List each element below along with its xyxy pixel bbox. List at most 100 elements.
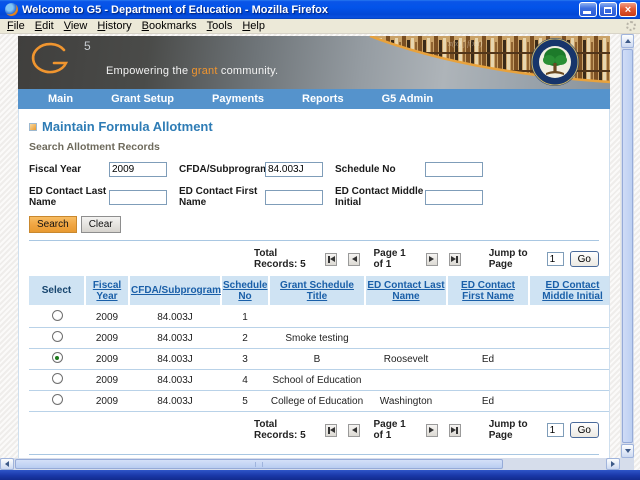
col-header-grant-schedule-title[interactable]: Grant Schedule Title — [280, 280, 354, 302]
col-header-ed-contact-middle-initial[interactable]: ED Contact Middle Initial — [542, 280, 603, 302]
ed-contact-last-name-label: ED Contact Last Name — [29, 186, 109, 208]
first-page-button[interactable] — [325, 424, 337, 437]
horizontal-scrollbar[interactable] — [0, 458, 620, 470]
menu-bookmarks[interactable]: Bookmarks — [137, 20, 202, 32]
allotment-records-table: Select Fiscal Year CFDA/Subprogram Sched… — [29, 276, 610, 412]
next-page-button[interactable] — [426, 253, 438, 266]
cell-schedule-no: 5 — [221, 391, 269, 412]
g5-banner: π(x) ∫ f(x·t) — [18, 36, 610, 89]
cfda-subprogram-label: CFDA/Subprogram — [179, 164, 265, 175]
close-button[interactable]: × — [619, 2, 637, 17]
row-select-radio[interactable] — [52, 331, 63, 342]
clear-button[interactable]: Clear — [81, 216, 121, 233]
row-select-radio[interactable] — [52, 352, 63, 363]
nav-item-reports[interactable]: Reports — [302, 93, 344, 105]
nav-item-payments[interactable]: Payments — [212, 93, 264, 105]
jump-to-page-input[interactable] — [547, 252, 564, 266]
restore-button[interactable] — [599, 2, 617, 17]
window-title: Welcome to G5 - Department of Education … — [22, 4, 579, 16]
prev-page-button[interactable] — [348, 253, 360, 266]
col-header-select: Select — [42, 285, 71, 296]
g5-logo-sup: 5 — [84, 39, 91, 53]
last-page-button[interactable] — [449, 424, 461, 437]
cell-schedule-no: 2 — [221, 328, 269, 349]
total-records-label: Total Records: 5 — [254, 419, 314, 441]
window-bottom-border — [0, 470, 640, 480]
jump-to-page-label: Jump to Page — [489, 419, 540, 441]
scroll-up-arrow[interactable] — [621, 34, 634, 48]
cell-cfda: 84.003J — [129, 370, 221, 391]
col-header-ed-contact-last-name[interactable]: ED Contact Last Name — [367, 280, 444, 302]
cfda-subprogram-input[interactable] — [265, 162, 323, 177]
minimize-button[interactable] — [579, 2, 597, 17]
education-seal — [531, 38, 579, 86]
row-select-radio[interactable] — [52, 373, 63, 384]
nav-item-main[interactable]: Main — [48, 93, 73, 105]
fiscal-year-input[interactable] — [109, 162, 167, 177]
search-button[interactable]: Search — [29, 216, 77, 233]
next-page-button[interactable] — [426, 424, 438, 437]
menu-history[interactable]: History — [92, 20, 136, 32]
row-select-radio[interactable] — [52, 310, 63, 321]
menu-tools[interactable]: Tools — [202, 20, 238, 32]
jump-to-page-input[interactable] — [547, 423, 564, 437]
prev-page-button[interactable] — [348, 424, 360, 437]
cell-schedule-no: 4 — [221, 370, 269, 391]
page-indicator: Page 1 of 1 — [373, 419, 414, 441]
cell-middle-initial — [529, 328, 610, 349]
menu-view[interactable]: View — [59, 20, 93, 32]
menu-edit[interactable]: Edit — [30, 20, 59, 32]
last-page-button[interactable] — [449, 253, 461, 266]
cell-last-name — [365, 306, 447, 328]
menu-bar: File Edit View History Bookmarks Tools H… — [0, 19, 640, 34]
cell-fiscal-year: 2009 — [85, 328, 129, 349]
banner-tagline: Empowering the grant community. — [106, 65, 278, 77]
search-form-row-1: Fiscal Year CFDA/Subprogram Schedule No — [29, 162, 599, 177]
schedule-no-input[interactable] — [425, 162, 483, 177]
g5-logo — [33, 44, 66, 72]
search-form-row-2: ED Contact Last Name ED Contact First Na… — [29, 186, 599, 208]
table-row: 2009 84.003J 4 School of Education — [29, 370, 610, 391]
cell-first-name: Ed — [447, 391, 529, 412]
tagline-grant-highlight: grant — [192, 65, 218, 77]
cell-cfda: 84.003J — [129, 349, 221, 370]
cell-last-name — [365, 370, 447, 391]
actions-divider — [29, 454, 599, 455]
go-button[interactable]: Go — [570, 422, 599, 438]
schedule-no-label: Schedule No — [335, 164, 425, 175]
cell-title: College of Education — [269, 391, 365, 412]
page-indicator: Page 1 of 1 — [373, 248, 414, 270]
jump-to-page-label: Jump to Page — [489, 248, 540, 270]
ed-contact-last-name-input[interactable] — [109, 190, 167, 205]
cell-title — [269, 306, 365, 328]
cell-last-name: Roosevelt — [365, 349, 447, 370]
vertical-scrollbar[interactable] — [620, 34, 634, 458]
table-row: 2009 84.003J 1 — [29, 306, 610, 328]
cell-title: B — [269, 349, 365, 370]
cell-fiscal-year: 2009 — [85, 370, 129, 391]
page-content: Maintain Formula Allotment Search Allotm… — [18, 109, 610, 458]
col-header-ed-contact-first-name[interactable]: ED Contact First Name — [461, 280, 515, 302]
col-header-fiscal-year[interactable]: Fiscal Year — [93, 280, 121, 302]
scroll-left-arrow[interactable] — [0, 458, 14, 470]
nav-item-g5-admin[interactable]: G5 Admin — [382, 93, 434, 105]
horizontal-scrollbar-thumb[interactable] — [15, 459, 503, 469]
scroll-down-arrow[interactable] — [621, 444, 634, 458]
title-bar: Welcome to G5 - Department of Education … — [0, 0, 640, 19]
table-header-row: Select Fiscal Year CFDA/Subprogram Sched… — [29, 276, 610, 306]
first-page-button[interactable] — [325, 253, 337, 266]
cell-fiscal-year: 2009 — [85, 349, 129, 370]
main-nav: Main Grant Setup Payments Reports G5 Adm… — [18, 89, 610, 109]
vertical-scrollbar-thumb[interactable] — [622, 49, 633, 443]
scroll-right-arrow[interactable] — [606, 458, 620, 470]
ed-contact-middle-initial-input[interactable] — [425, 190, 483, 205]
menu-file[interactable]: File — [2, 20, 30, 32]
row-select-radio[interactable] — [52, 394, 63, 405]
menu-help[interactable]: Help — [237, 20, 270, 32]
ed-contact-first-name-input[interactable] — [265, 190, 323, 205]
cell-first-name: Ed — [447, 349, 529, 370]
go-button[interactable]: Go — [570, 251, 599, 267]
nav-item-grant-setup[interactable]: Grant Setup — [111, 93, 174, 105]
col-header-schedule-no[interactable]: Schedule No — [223, 280, 267, 302]
col-header-cfda-subprogram[interactable]: CFDA/Subprogram — [131, 285, 221, 296]
